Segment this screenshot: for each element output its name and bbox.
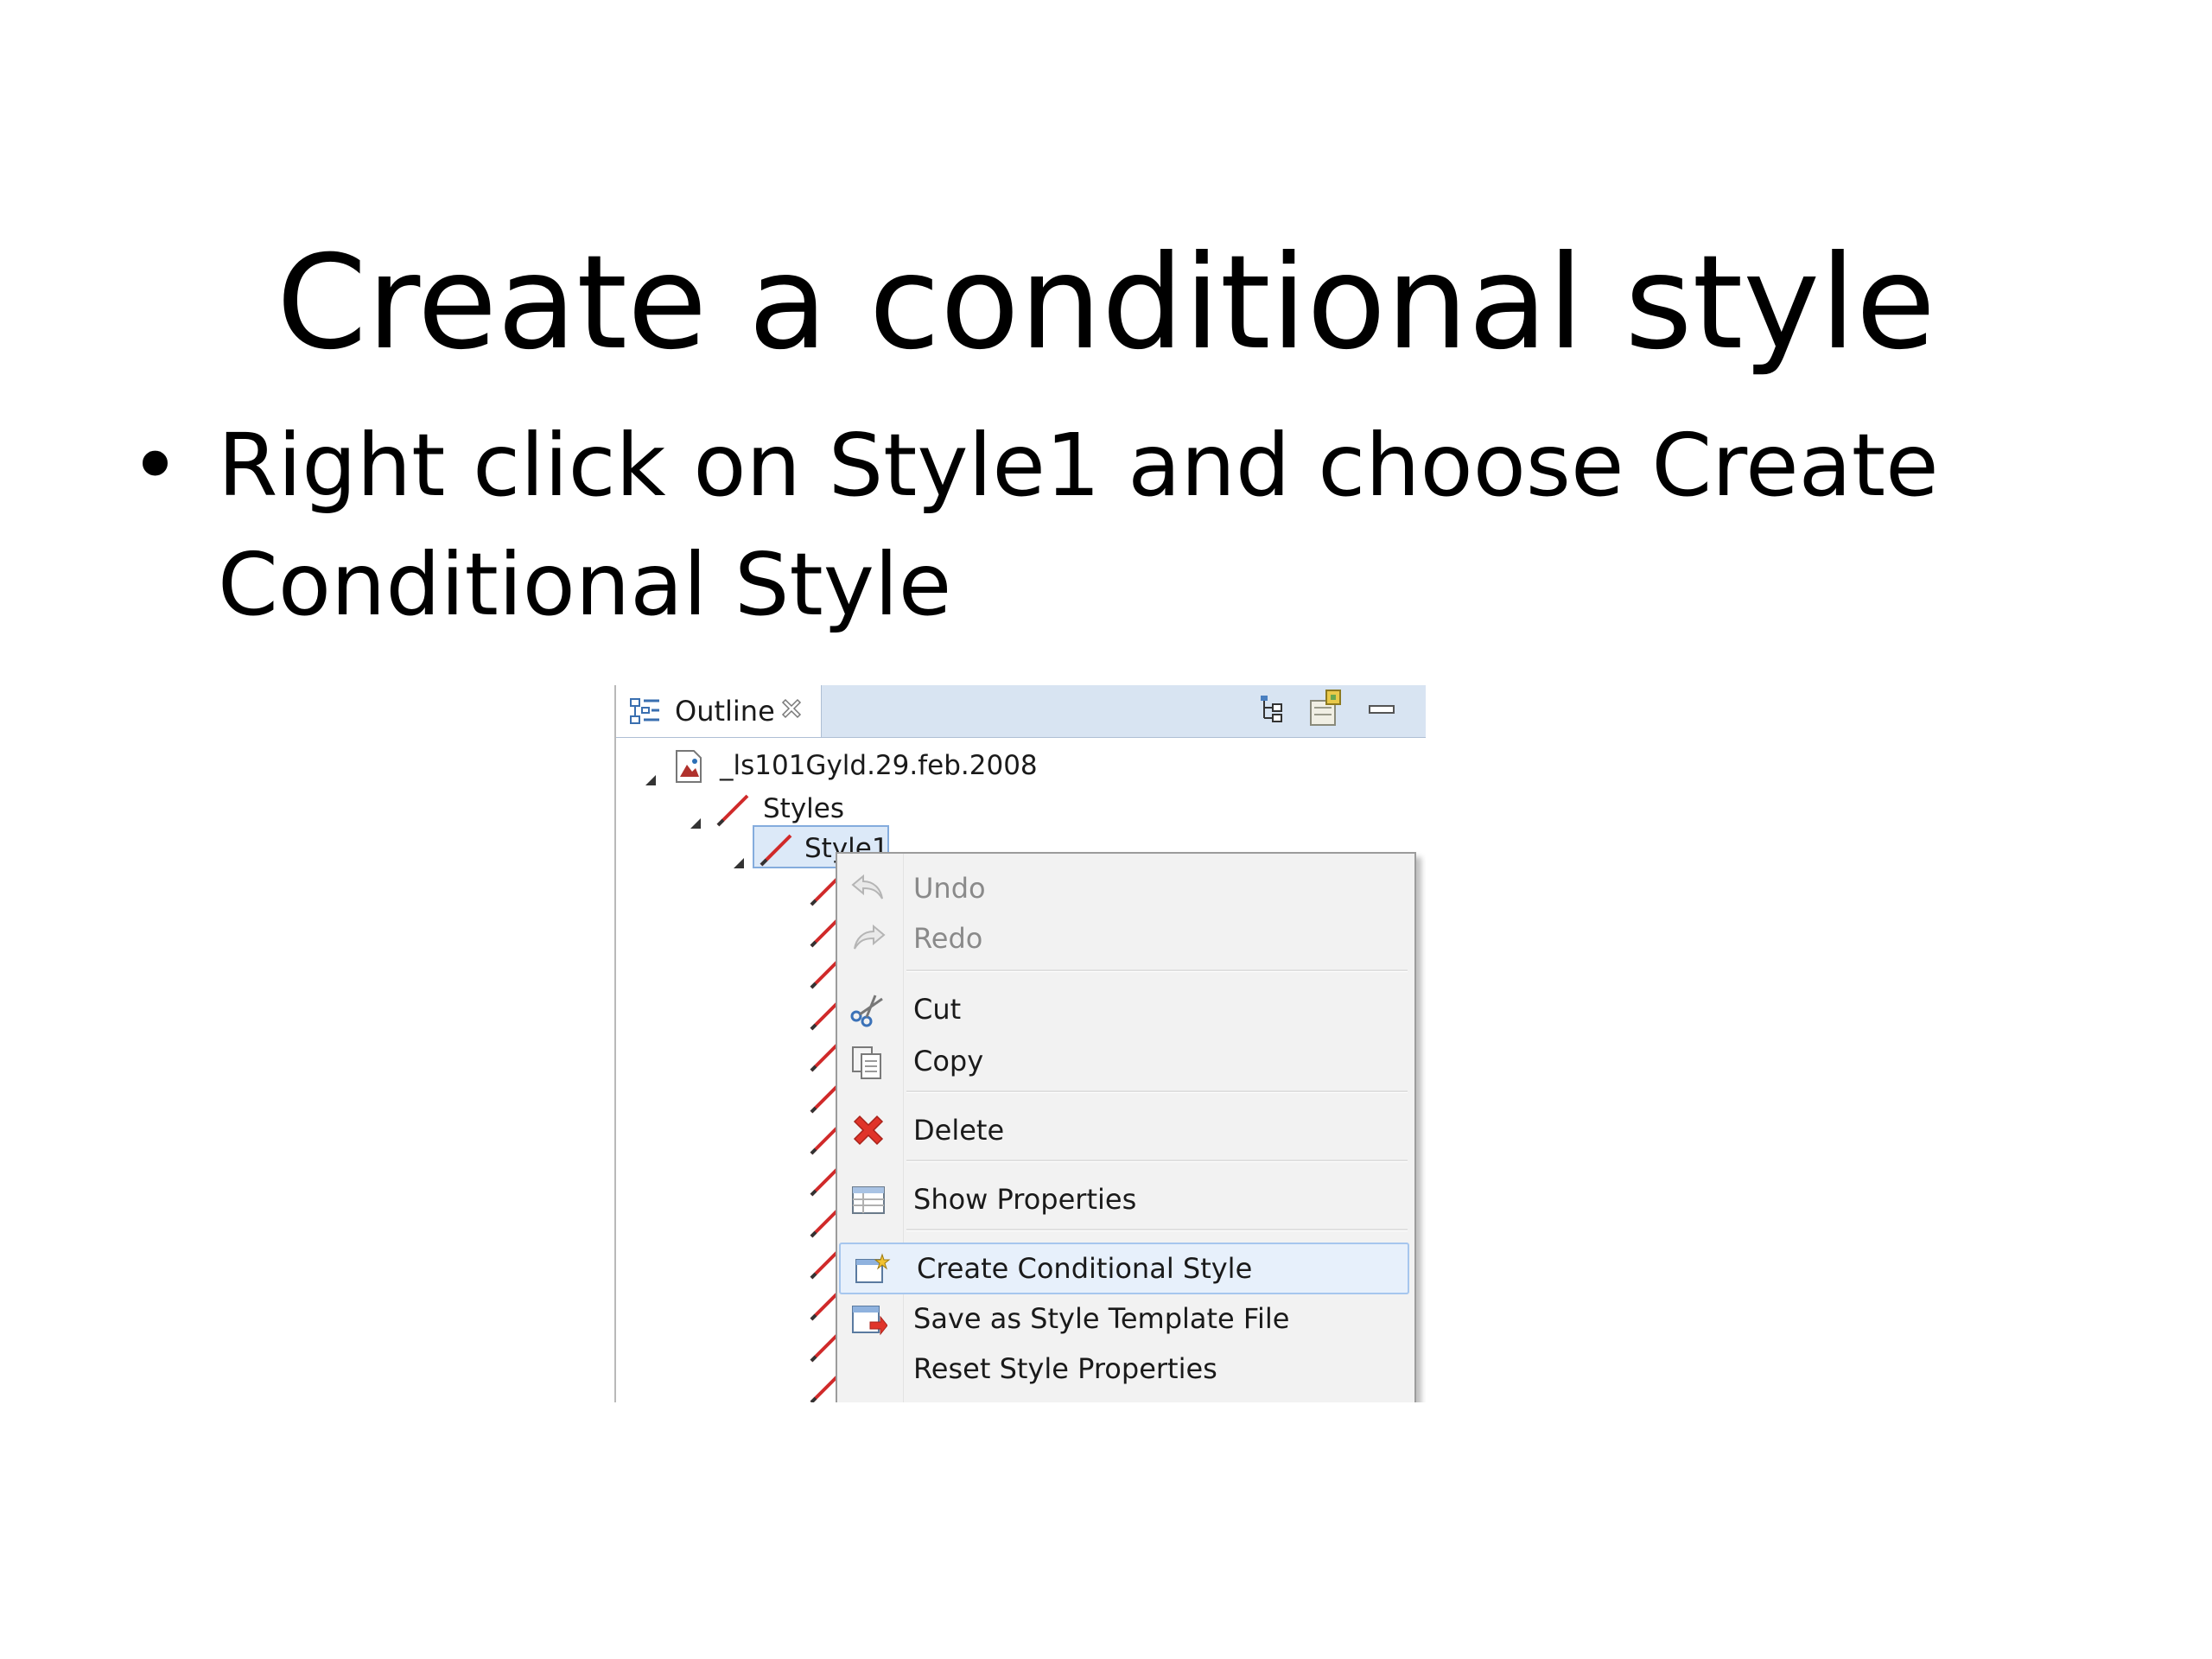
menu-label-show-properties: Show Properties bbox=[913, 1183, 1137, 1216]
menu-item-copy[interactable]: Copy bbox=[837, 1037, 1411, 1085]
view-menu-icon[interactable] bbox=[1307, 689, 1345, 735]
undo-icon bbox=[849, 873, 887, 911]
child-style-pencil-icon bbox=[810, 1126, 839, 1162]
child-style-pencil-icon bbox=[810, 1292, 839, 1328]
child-style-pencil-icon bbox=[810, 1084, 839, 1121]
outline-screenshot: Outline _ls101Gyld.29.feb.2008 Styles St… bbox=[614, 685, 1426, 1402]
child-style-pencil-icon bbox=[810, 1250, 839, 1287]
tree-label-styles: Styles bbox=[763, 793, 845, 824]
style-pencil-icon bbox=[758, 832, 794, 879]
collapse-tree-icon[interactable] bbox=[1259, 694, 1285, 730]
menu-item-delete[interactable]: Delete bbox=[837, 1106, 1411, 1154]
menu-label-delete: Delete bbox=[913, 1114, 1005, 1147]
menu-separator bbox=[906, 969, 1408, 972]
child-style-pencil-icon bbox=[810, 960, 839, 996]
child-style-pencil-icon bbox=[810, 1333, 839, 1370]
close-icon[interactable] bbox=[779, 696, 804, 728]
menu-item-reset-style-properties[interactable]: Reset Style Properties bbox=[837, 1344, 1411, 1393]
minimize-icon[interactable] bbox=[1368, 690, 1397, 723]
menu-item-create-conditional-style[interactable]: Create Conditional Style bbox=[839, 1243, 1409, 1294]
save-template-icon bbox=[849, 1303, 888, 1344]
menu-separator bbox=[906, 1229, 1408, 1231]
copy-icon bbox=[849, 1046, 887, 1089]
redo-icon bbox=[849, 923, 887, 961]
tree-label-root: _ls101Gyld.29.feb.2008 bbox=[720, 750, 1038, 781]
slide-title: Create a conditional style bbox=[276, 227, 1936, 378]
properties-icon bbox=[849, 1184, 887, 1225]
report-file-icon bbox=[673, 749, 706, 794]
child-style-pencil-icon bbox=[810, 918, 839, 955]
child-style-pencil-icon bbox=[810, 1209, 839, 1245]
outline-icon bbox=[630, 697, 661, 734]
menu-label-save-as-style-template: Save as Style Template File bbox=[913, 1302, 1290, 1335]
menu-separator bbox=[906, 1090, 1408, 1093]
menu-item-show-properties[interactable]: Show Properties bbox=[837, 1175, 1411, 1224]
tree-item-root[interactable]: _ls101Gyld.29.feb.2008 bbox=[614, 746, 1133, 785]
delete-x-icon bbox=[849, 1115, 887, 1156]
tree-item-styles[interactable]: Styles bbox=[614, 789, 960, 829]
menu-label-undo: Undo bbox=[913, 872, 986, 905]
menu-item-redo[interactable]: Redo bbox=[837, 914, 1411, 963]
child-style-pencil-icon bbox=[810, 1375, 839, 1402]
bullet-symbol: • bbox=[130, 415, 181, 516]
menu-item-save-as-style-template[interactable]: Save as Style Template File bbox=[837, 1294, 1411, 1343]
child-style-pencil-icon bbox=[810, 1167, 839, 1204]
conditional-style-icon bbox=[853, 1253, 891, 1294]
child-style-pencil-icon bbox=[810, 877, 839, 913]
tab-outline-label: Outline bbox=[675, 695, 775, 728]
menu-item-undo[interactable]: Undo bbox=[837, 864, 1411, 912]
context-menu: Undo Redo Cut Copy Delete Show Propertie… bbox=[836, 852, 1416, 1402]
bullet-text: Right click on Style1 and choose Create … bbox=[218, 415, 1939, 635]
outline-tab-bar: Outline bbox=[616, 685, 1426, 738]
menu-separator bbox=[906, 1160, 1408, 1162]
menu-label-reset-style-properties: Reset Style Properties bbox=[913, 1352, 1217, 1385]
menu-label-copy: Copy bbox=[913, 1045, 984, 1077]
child-style-pencil-icon bbox=[810, 1043, 839, 1079]
menu-label-create-conditional-style: Create Conditional Style bbox=[917, 1252, 1253, 1285]
child-style-pencil-icon bbox=[810, 1001, 839, 1038]
menu-label-redo: Redo bbox=[913, 922, 983, 955]
scissors-icon bbox=[849, 994, 887, 1035]
tab-outline[interactable]: Outline bbox=[616, 685, 822, 737]
menu-label-cut: Cut bbox=[913, 993, 962, 1026]
expand-triangle-icon[interactable] bbox=[732, 841, 746, 880]
menu-item-cut[interactable]: Cut bbox=[837, 985, 1411, 1033]
